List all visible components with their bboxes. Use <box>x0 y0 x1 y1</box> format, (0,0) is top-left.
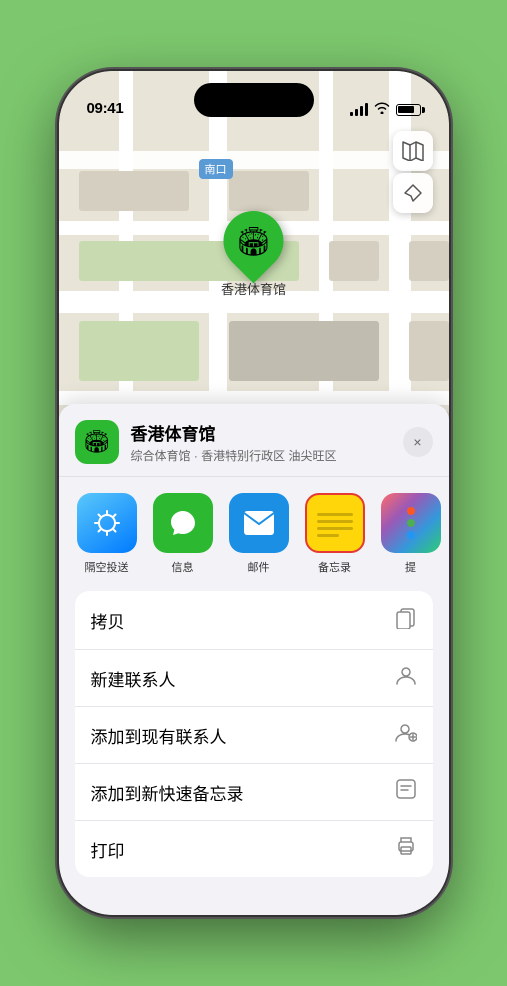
phone-screen: 09:41 <box>59 71 449 915</box>
action-quick-note[interactable]: 添加到新快速备忘录 <box>75 764 433 821</box>
close-button[interactable]: × <box>403 427 433 457</box>
action-list: 拷贝 新建联系人 <box>75 591 433 877</box>
new-contact-icon <box>395 664 417 692</box>
airdrop-label: 隔空投送 <box>85 559 129 575</box>
map-entrance-label: 南口 <box>199 159 233 179</box>
action-add-existing-contact[interactable]: 添加到现有联系人 <box>75 707 433 764</box>
airdrop-icon-box <box>77 493 137 553</box>
action-copy-label: 拷贝 <box>91 608 125 633</box>
map-type-button[interactable] <box>393 131 433 171</box>
action-print[interactable]: 打印 <box>75 821 433 877</box>
add-existing-icon <box>395 721 417 749</box>
share-item-notes[interactable]: 备忘录 <box>303 493 367 575</box>
sheet-header: 🏟 香港体育馆 综合体育馆 · 香港特别行政区 油尖旺区 × <box>59 404 449 477</box>
more-label: 提 <box>405 559 416 575</box>
action-copy[interactable]: 拷贝 <box>75 591 433 650</box>
action-print-label: 打印 <box>91 837 125 862</box>
action-new-contact-label: 新建联系人 <box>91 666 176 691</box>
action-new-contact[interactable]: 新建联系人 <box>75 650 433 707</box>
phone-frame: 09:41 <box>59 71 449 915</box>
mail-label: 邮件 <box>248 559 270 575</box>
status-time: 09:41 <box>87 100 124 117</box>
share-row: 隔空投送 信息 <box>59 477 449 583</box>
bottom-sheet: 🏟 香港体育馆 综合体育馆 · 香港特别行政区 油尖旺区 × <box>59 404 449 915</box>
share-item-more[interactable]: 提 <box>379 493 443 575</box>
signal-icon <box>350 103 368 116</box>
pin-bubble: 🏟 <box>211 199 296 284</box>
location-button[interactable] <box>393 173 433 213</box>
quick-note-icon <box>395 778 417 806</box>
notes-label: 备忘录 <box>318 559 351 575</box>
messages-label: 信息 <box>172 559 194 575</box>
venue-info: 香港体育馆 综合体育馆 · 香港特别行政区 油尖旺区 <box>131 420 403 464</box>
mail-icon-box <box>229 493 289 553</box>
venue-name: 香港体育馆 <box>131 420 403 445</box>
action-quick-note-label: 添加到新快速备忘录 <box>91 780 244 805</box>
action-add-existing-label: 添加到现有联系人 <box>91 723 227 748</box>
wifi-icon <box>374 102 390 117</box>
stadium-pin: 🏟 香港体育馆 <box>221 211 286 298</box>
battery-icon <box>396 104 421 116</box>
stadium-icon: 🏟 <box>236 225 272 258</box>
dynamic-island <box>194 83 314 117</box>
notes-icon-box <box>305 493 365 553</box>
share-item-mail[interactable]: 邮件 <box>227 493 291 575</box>
share-item-airdrop[interactable]: 隔空投送 <box>75 493 139 575</box>
copy-icon <box>395 605 417 635</box>
share-item-messages[interactable]: 信息 <box>151 493 215 575</box>
more-icon-box <box>381 493 441 553</box>
venue-desc: 综合体育馆 · 香港特别行政区 油尖旺区 <box>131 447 403 464</box>
venue-icon: 🏟 <box>75 420 119 464</box>
print-icon <box>395 835 417 863</box>
status-icons <box>350 102 421 117</box>
messages-icon-box <box>153 493 213 553</box>
map-controls <box>393 131 433 213</box>
